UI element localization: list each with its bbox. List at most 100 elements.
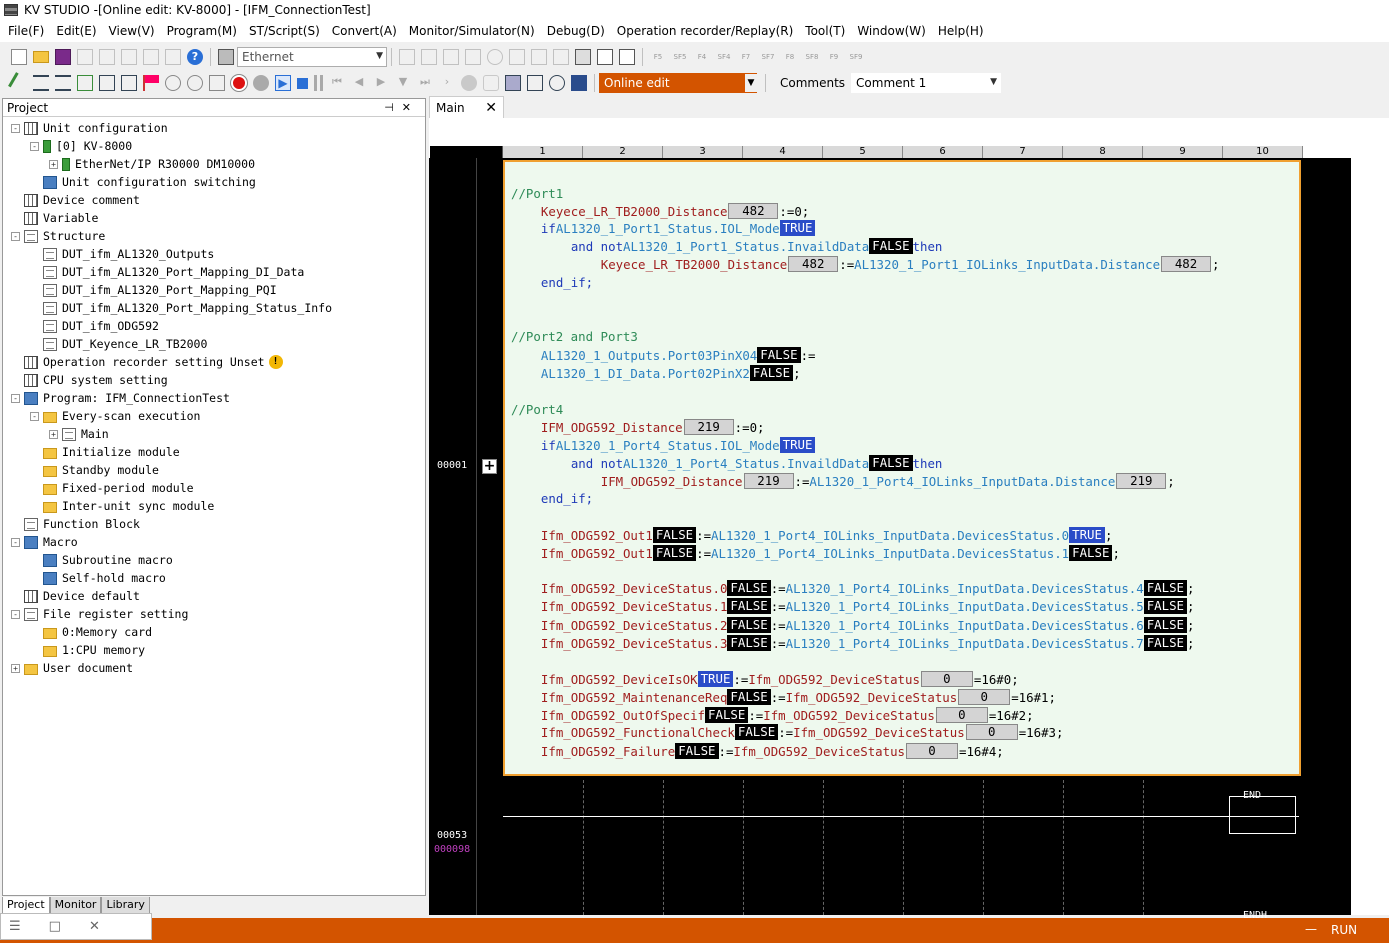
screen-icon[interactable] bbox=[505, 75, 521, 91]
menu-item[interactable]: Window(W) bbox=[853, 24, 934, 38]
expand-toggle-icon[interactable]: + bbox=[11, 663, 20, 673]
tree-item[interactable]: DUT_Keyence_LR_TB2000 bbox=[30, 335, 207, 353]
function-key-icon[interactable]: F5 bbox=[648, 53, 668, 61]
tree-item[interactable]: Function Block bbox=[11, 515, 140, 533]
dev2-icon[interactable] bbox=[619, 49, 635, 65]
tree-item[interactable]: - File register setting bbox=[11, 605, 188, 623]
expand-toggle-icon[interactable]: - bbox=[11, 123, 20, 133]
tree-item[interactable]: + EtherNet/IP R30000 DM10000 bbox=[49, 155, 255, 173]
stop-icon[interactable] bbox=[297, 77, 308, 89]
plc-transfer-icon[interactable] bbox=[218, 49, 234, 65]
skip-back-icon[interactable]: ⏮ bbox=[329, 75, 345, 91]
step-forward-icon[interactable]: ▶ bbox=[373, 75, 389, 91]
tree-item[interactable]: DUT_ifm_AL1320_Port_Mapping_PQI bbox=[30, 281, 277, 299]
expand-toggle-icon[interactable]: - bbox=[30, 141, 39, 151]
tree-item[interactable]: Initialize module bbox=[30, 443, 180, 461]
restore-icon[interactable]: □ bbox=[49, 919, 61, 934]
close-icon[interactable]: ✕ bbox=[485, 100, 497, 116]
tree-item[interactable]: - Program: IFM_ConnectionTest bbox=[11, 389, 230, 407]
menu-item[interactable]: Convert(A) bbox=[328, 24, 405, 38]
watch-icon[interactable] bbox=[121, 75, 137, 91]
list2-icon[interactable] bbox=[55, 75, 71, 91]
st-code-block[interactable]: //Port1 Keyece_LR_TB2000_Distance 482:=0; i… bbox=[503, 160, 1301, 776]
dev-icon[interactable] bbox=[597, 49, 613, 65]
taskbar-thumbnail[interactable]: ☰ □ ✕ bbox=[0, 913, 152, 940]
save-all-icon[interactable] bbox=[77, 49, 93, 65]
tree-item[interactable]: - Structure bbox=[11, 227, 105, 245]
menu-item[interactable]: Edit(E) bbox=[52, 24, 104, 38]
expand-toggle-icon[interactable]: - bbox=[11, 537, 20, 547]
tree-item[interactable]: - Unit configuration bbox=[11, 119, 168, 137]
step-down-icon[interactable]: ▼ bbox=[395, 75, 411, 91]
menu-item[interactable]: View(V) bbox=[105, 24, 163, 38]
tree-item[interactable]: DUT_ifm_AL1320_Port_Mapping_DI_Data bbox=[30, 263, 304, 281]
function-key-icon[interactable]: F7 bbox=[736, 53, 756, 61]
function-key-icon[interactable]: F9 bbox=[824, 53, 844, 61]
function-key-icon[interactable]: SF9 bbox=[846, 53, 866, 61]
tree-item[interactable]: DUT_ifm_AL1320_Port_Mapping_Status_Info bbox=[30, 299, 332, 317]
check-list-icon[interactable] bbox=[77, 75, 93, 91]
tree-item[interactable]: - Macro bbox=[11, 533, 78, 551]
keyboard-icon[interactable] bbox=[575, 49, 591, 65]
menu-item[interactable]: File(F) bbox=[4, 24, 52, 38]
menu-item[interactable]: ST/Script(S) bbox=[245, 24, 328, 38]
replace-icon[interactable] bbox=[509, 49, 525, 65]
hand-icon[interactable] bbox=[483, 75, 499, 91]
device-icon[interactable] bbox=[553, 49, 569, 65]
connection-select[interactable]: Ethernet ▼ bbox=[237, 47, 387, 67]
tree-item[interactable]: CPU system setting bbox=[11, 371, 168, 389]
save-icon[interactable] bbox=[55, 49, 71, 65]
new-file-icon[interactable] bbox=[11, 49, 27, 65]
tree-item[interactable]: Subroutine macro bbox=[30, 551, 173, 569]
next-icon[interactable]: › bbox=[439, 75, 455, 91]
expand-toggle-icon[interactable]: - bbox=[11, 393, 20, 403]
pencil-icon[interactable] bbox=[8, 72, 30, 94]
end-instruction-box[interactable] bbox=[1229, 796, 1296, 834]
expand-toggle-icon[interactable]: + bbox=[49, 159, 58, 169]
menu-item[interactable]: Operation recorder/Replay(R) bbox=[613, 24, 802, 38]
copy-icon[interactable] bbox=[165, 49, 181, 65]
expand-plus-icon[interactable]: + bbox=[482, 459, 497, 474]
help-icon[interactable]: ? bbox=[187, 49, 203, 65]
online-mode-select[interactable]: Online edit ▼ bbox=[599, 73, 757, 93]
expand-toggle-icon[interactable]: + bbox=[49, 429, 58, 439]
list-icon[interactable] bbox=[33, 75, 49, 91]
step-back-icon[interactable]: ◀ bbox=[351, 75, 367, 91]
open-folder-icon[interactable] bbox=[33, 51, 49, 63]
tree-item[interactable]: Inter-unit sync module bbox=[30, 497, 214, 515]
play-icon[interactable]: ▶ bbox=[275, 75, 291, 91]
pause-record-icon[interactable] bbox=[253, 75, 269, 91]
tree-item[interactable]: 0:Memory card bbox=[30, 623, 152, 641]
menu-item[interactable]: Monitor/Simulator(N) bbox=[405, 24, 543, 38]
tree-item[interactable]: Self-hold macro bbox=[30, 569, 166, 587]
print-icon[interactable] bbox=[121, 49, 137, 65]
expand-toggle-icon[interactable]: - bbox=[11, 231, 20, 241]
skip-forward-icon[interactable]: ⏭ bbox=[417, 75, 433, 91]
tree-item[interactable]: DUT_ifm_ODG592 bbox=[30, 317, 159, 335]
function-key-icon[interactable]: SF4 bbox=[714, 53, 734, 61]
tree-item[interactable]: Variable bbox=[11, 209, 98, 227]
menu-item[interactable]: Debug(D) bbox=[543, 24, 613, 38]
function-key-icon[interactable]: SF5 bbox=[670, 53, 690, 61]
pause-icon[interactable] bbox=[314, 75, 323, 91]
expand-toggle-icon[interactable]: - bbox=[11, 609, 20, 619]
menu-item[interactable]: Help(H) bbox=[934, 24, 992, 38]
verify-icon[interactable] bbox=[465, 49, 481, 65]
pin-close-icons[interactable]: ⊣✕ bbox=[384, 101, 419, 114]
ladder-editor[interactable]: 1 2 3 4 5 6 7 8 9 10 00001 00053 000098 + //Port1… bbox=[429, 118, 1389, 921]
cross-ref-icon[interactable] bbox=[531, 49, 547, 65]
tree-item[interactable]: + Main bbox=[49, 425, 109, 443]
comments-select[interactable]: Comment 1 ▼ bbox=[851, 73, 1002, 93]
gear-search-icon[interactable] bbox=[165, 75, 181, 91]
clock-icon[interactable] bbox=[571, 75, 587, 91]
function-key-icon[interactable]: SF7 bbox=[758, 53, 778, 61]
tree-item[interactable]: Fixed-period module bbox=[30, 479, 194, 497]
print-preview-icon[interactable] bbox=[99, 49, 115, 65]
stop-record-icon[interactable] bbox=[209, 75, 225, 91]
tree-item[interactable]: DUT_ifm_AL1320_Outputs bbox=[30, 245, 214, 263]
close-icon[interactable]: ✕ bbox=[89, 919, 100, 934]
record-icon[interactable] bbox=[231, 75, 247, 91]
function-key-icon[interactable]: SF8 bbox=[802, 53, 822, 61]
tree-item[interactable]: Operation recorder setting Unset! bbox=[11, 353, 283, 371]
timer-icon[interactable] bbox=[549, 75, 565, 91]
